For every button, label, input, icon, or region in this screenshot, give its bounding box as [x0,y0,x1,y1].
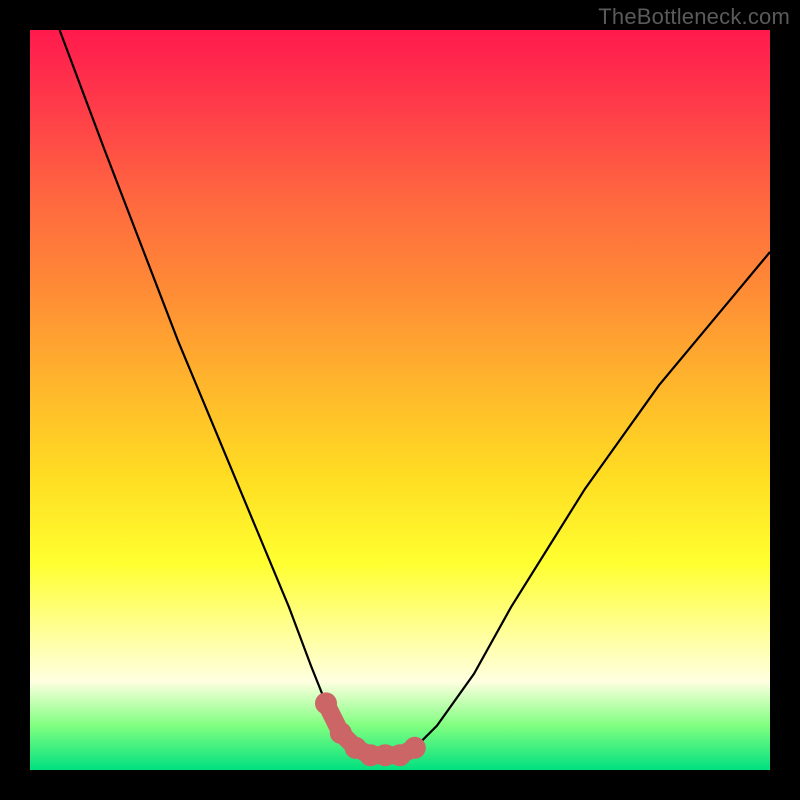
optimal-point [404,737,426,759]
bottleneck-curve [60,30,770,755]
chart-frame: TheBottleneck.com [0,0,800,800]
curve-layer [30,30,770,770]
optimal-zone [315,692,426,766]
watermark-text: TheBottleneck.com [598,4,790,30]
plot-area [30,30,770,770]
optimal-point [315,692,337,714]
